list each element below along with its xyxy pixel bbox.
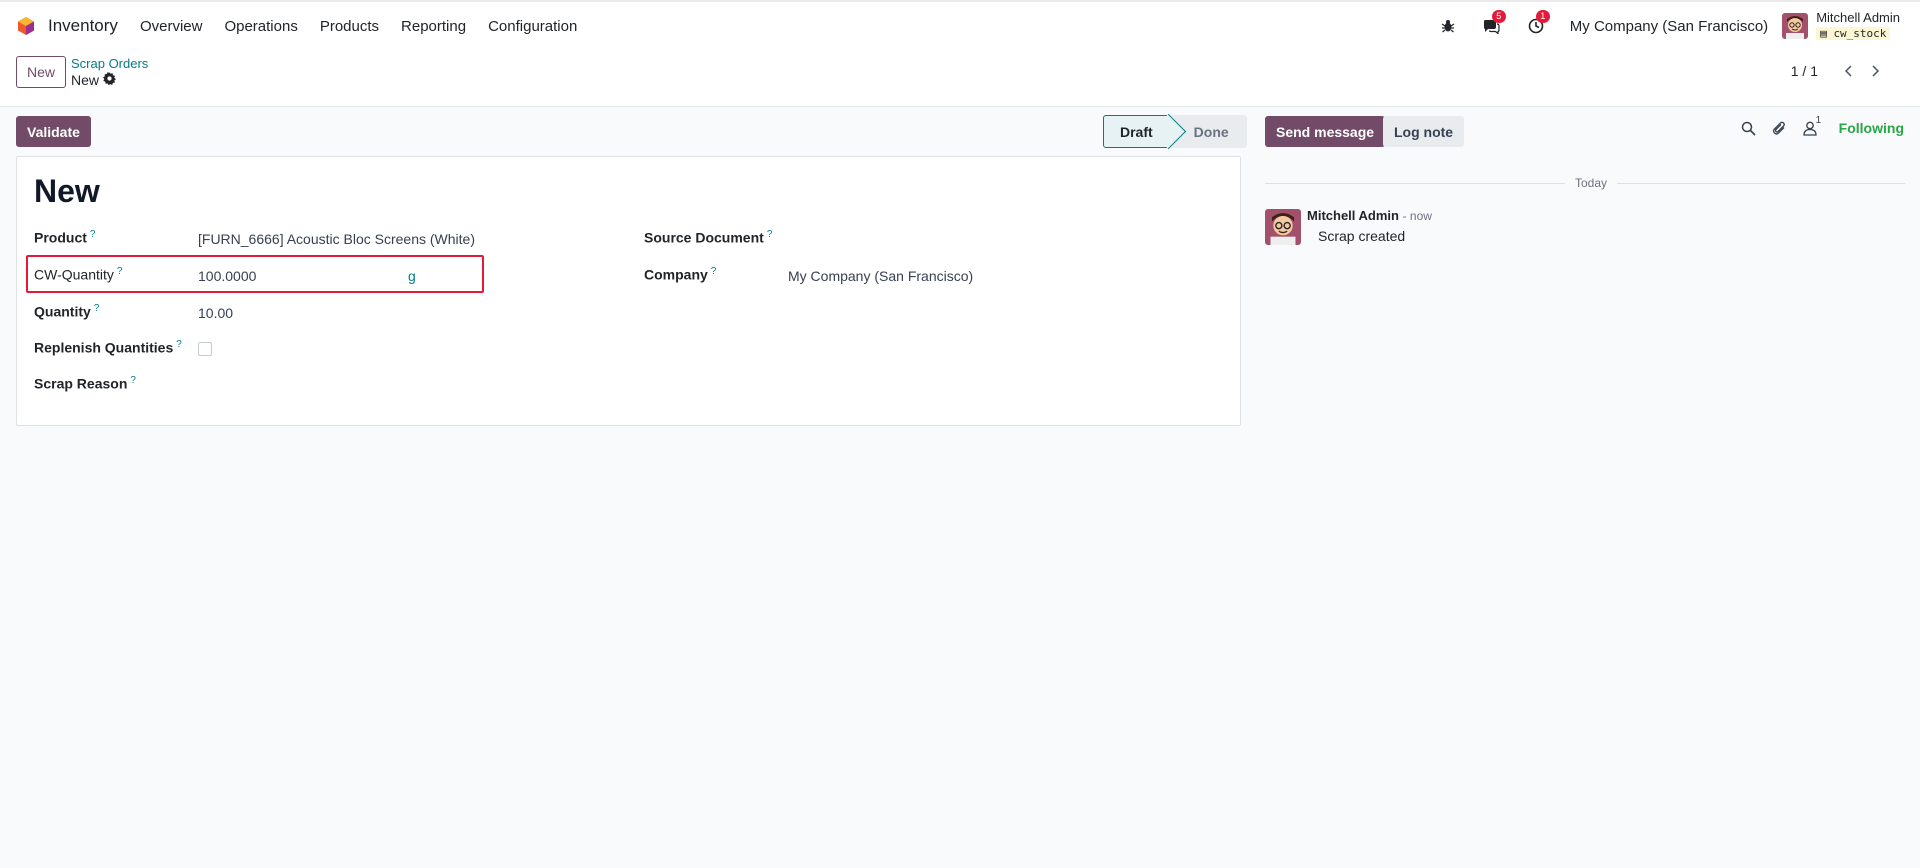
- replenish-quantities-label-text: Replenish Quantities: [34, 339, 174, 356]
- source-document-label-text: Source Document: [644, 229, 764, 246]
- database-info: ▤ cw_stock: [1816, 25, 1900, 41]
- paperclip-icon[interactable]: [1772, 121, 1787, 136]
- message-author-avatar[interactable]: [1265, 209, 1301, 245]
- quantity-label: Quantity?: [34, 303, 99, 320]
- product-field[interactable]: [FURN_6666] Acoustic Bloc Screens (White…: [198, 231, 475, 247]
- cw-quantity-help-icon[interactable]: ?: [117, 266, 123, 277]
- messages-icon[interactable]: 5: [1482, 10, 1506, 36]
- menu-operations[interactable]: Operations: [224, 18, 297, 35]
- scrap-reason-help-icon[interactable]: ?: [130, 375, 136, 386]
- cw-quantity-field[interactable]: 100.0000: [198, 268, 256, 284]
- company-label-text: Company: [644, 266, 708, 283]
- form-sheet: New Product? [FURN_6666] Acoustic Bloc S…: [16, 156, 1241, 426]
- pager: 1 / 1: [1791, 60, 1890, 82]
- brand: Inventory: [16, 16, 140, 36]
- send-message-button[interactable]: Send message: [1265, 116, 1386, 147]
- quantity-help-icon[interactable]: ?: [94, 303, 100, 314]
- product-help-icon[interactable]: ?: [90, 229, 96, 240]
- company-field[interactable]: My Company (San Francisco): [788, 268, 973, 284]
- status-stage-draft[interactable]: Draft: [1103, 115, 1170, 148]
- activities-clock-icon[interactable]: 1: [1526, 10, 1550, 36]
- breadcrumb-current: New: [71, 72, 117, 88]
- scrap-reason-field[interactable]: [198, 377, 498, 395]
- quantity-field[interactable]: 10.00: [198, 305, 233, 321]
- followers-user-icon[interactable]: 1: [1803, 115, 1821, 136]
- gear-icon[interactable]: [103, 72, 117, 88]
- menu-reporting[interactable]: Reporting: [401, 18, 466, 35]
- database-name: cw_stock: [1833, 27, 1887, 40]
- date-separator-label: Today: [1565, 176, 1618, 190]
- breadcrumb-current-label: New: [71, 72, 100, 88]
- pager-value[interactable]: 1 / 1: [1791, 63, 1818, 79]
- log-note-button[interactable]: Log note: [1383, 116, 1465, 147]
- product-label: Product?: [34, 229, 95, 246]
- navbar-systray: 5 1 My Company (San Francisco) Mitchell …: [1438, 2, 1900, 50]
- message-time: - now: [1402, 209, 1432, 223]
- message-author: Mitchell Admin - now: [1307, 208, 1432, 223]
- pager-previous-icon[interactable]: [1834, 60, 1862, 82]
- activities-badge: 1: [1535, 10, 1550, 23]
- scrap-reason-label-text: Scrap Reason: [34, 375, 128, 392]
- status-stage-done-label: Done: [1193, 123, 1229, 140]
- breadcrumb-scrap-orders[interactable]: Scrap Orders: [71, 56, 148, 71]
- followers-count: 1: [1815, 114, 1822, 126]
- search-icon[interactable]: [1741, 121, 1756, 136]
- user-name: Mitchell Admin: [1816, 10, 1900, 25]
- company-switcher[interactable]: My Company (San Francisco): [1570, 18, 1768, 35]
- message-author-name[interactable]: Mitchell Admin: [1307, 208, 1399, 223]
- source-document-help-icon[interactable]: ?: [767, 229, 773, 240]
- replenish-help-icon[interactable]: ?: [176, 339, 182, 350]
- user-avatar[interactable]: [1782, 13, 1809, 39]
- control-panel: New Scrap Orders New 1 / 1: [0, 50, 1920, 107]
- menu-overview[interactable]: Overview: [140, 18, 203, 35]
- menu-configuration[interactable]: Configuration: [488, 18, 577, 35]
- source-document-field[interactable]: [788, 231, 1088, 249]
- database-chip: ▤ cw_stock: [1816, 27, 1891, 40]
- odoo-app-logo-icon[interactable]: [16, 16, 36, 36]
- cw-quantity-label-text: CW-Quantity: [34, 266, 114, 283]
- replenish-quantities-label: Replenish Quantities?: [34, 339, 182, 356]
- chatter-toolbar: 1 Following: [1725, 115, 1904, 136]
- main-menu: Overview Operations Products Reporting C…: [140, 18, 599, 35]
- top-navbar: Inventory Overview Operations Products R…: [0, 0, 1920, 50]
- menu-products[interactable]: Products: [320, 18, 379, 35]
- app-name[interactable]: Inventory: [48, 16, 118, 36]
- quantity-label-text: Quantity: [34, 303, 91, 320]
- product-label-text: Product: [34, 229, 87, 246]
- user-menu[interactable]: Mitchell Admin ▤ cw_stock: [1816, 11, 1900, 41]
- new-record-button[interactable]: New: [16, 56, 67, 88]
- status-bar: Draft Done: [1103, 115, 1247, 148]
- pager-next-icon[interactable]: [1862, 60, 1890, 82]
- source-document-label: Source Document?: [644, 229, 772, 246]
- validate-button[interactable]: Validate: [16, 116, 91, 147]
- record-title: New: [34, 173, 100, 209]
- following-button[interactable]: Following: [1839, 120, 1904, 136]
- cw-quantity-uom[interactable]: g: [408, 268, 416, 284]
- company-label: Company?: [644, 266, 716, 283]
- messages-badge: 5: [1491, 10, 1506, 23]
- status-stage-draft-label: Draft: [1120, 123, 1153, 140]
- cw-quantity-label: CW-Quantity?: [34, 266, 122, 283]
- scrap-reason-label: Scrap Reason?: [34, 375, 136, 392]
- debug-bug-icon[interactable]: [1438, 16, 1458, 36]
- message-body: Scrap created: [1318, 228, 1406, 244]
- company-help-icon[interactable]: ?: [711, 266, 717, 277]
- replenish-quantities-checkbox[interactable]: [198, 342, 212, 356]
